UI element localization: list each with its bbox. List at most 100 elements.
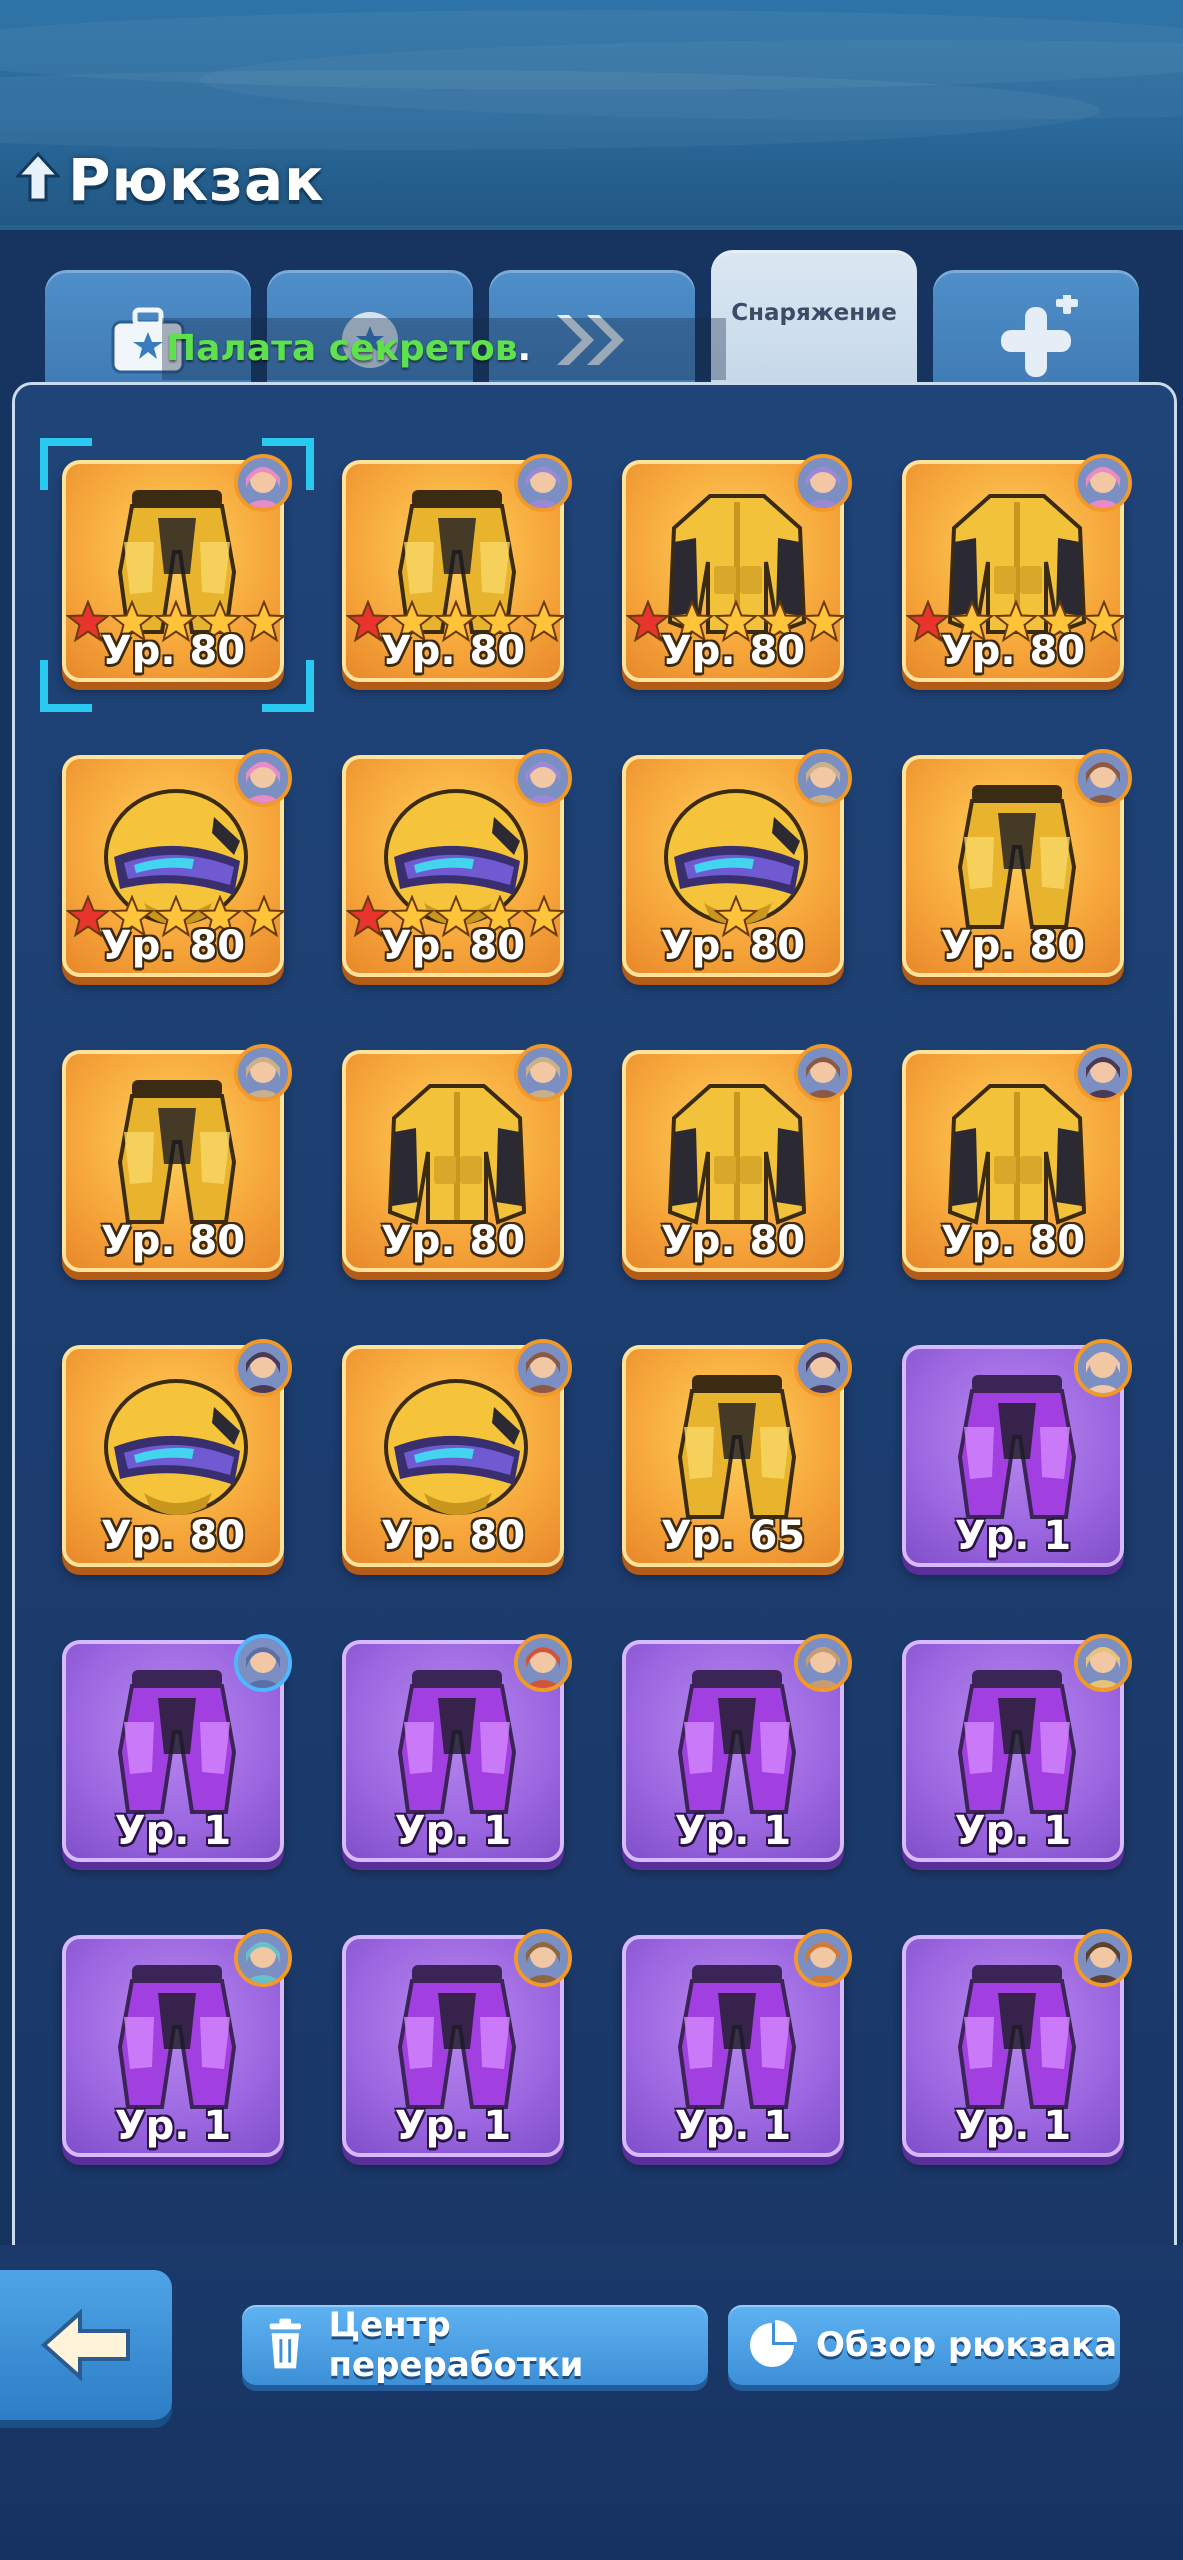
equipment-item[interactable]: Ур. 80 (342, 1339, 572, 1567)
equipment-item[interactable]: Ур. 80 (902, 1044, 1132, 1272)
tab-equipment-label: Снаряжение (731, 300, 897, 326)
equipment-item[interactable]: Ур. 80 (62, 1339, 292, 1567)
equipment-item[interactable]: Ур. 80 (902, 454, 1132, 682)
dark-man-avatar (1074, 1929, 1132, 1987)
pants-icon (934, 1662, 1100, 1822)
equipment-item[interactable]: Ур. 1 (902, 1634, 1132, 1862)
item-level: Ур. 80 (380, 628, 526, 674)
notice-text: Палата секретов (166, 328, 518, 369)
purple-hair-avatar (514, 454, 572, 512)
item-level: Ур. 1 (114, 2103, 232, 2149)
item-level: Ур. 80 (100, 628, 246, 674)
tab-upgrades[interactable] (933, 270, 1139, 400)
equipment-item[interactable]: Ур. 80 (62, 749, 292, 977)
pants-icon (94, 1957, 260, 2117)
equipment-item[interactable]: Ур. 1 (902, 1339, 1132, 1567)
pie-chart-icon (750, 2320, 797, 2367)
jacket-icon (374, 1072, 540, 1232)
item-level: Ур. 1 (674, 2103, 792, 2149)
item-level: Ур. 1 (394, 2103, 512, 2149)
backpack-overview-label: Обзор рюкзака (816, 2325, 1118, 2365)
brown-hair-avatar (514, 1929, 572, 1987)
page-title: Рюкзак (68, 146, 325, 214)
bear-avatar (514, 1339, 572, 1397)
teal-hair-avatar (234, 1929, 292, 1987)
equipment-item[interactable]: Ур. 80 (902, 749, 1132, 977)
item-level: Ур. 80 (940, 923, 1086, 969)
notice-suffix: . (517, 328, 532, 369)
equipment-item[interactable]: Ур. 1 (622, 1929, 852, 2157)
equipment-item[interactable]: Ур. 1 (342, 1634, 572, 1862)
recycle-center-label: Центр переработки (328, 2305, 584, 2385)
pants-icon (374, 1662, 540, 1822)
item-level: Ур. 1 (394, 1808, 512, 1854)
pants-icon (934, 777, 1100, 937)
dark-hair-avatar (794, 1339, 852, 1397)
equipment-item[interactable]: Ур. 1 (62, 1929, 292, 2157)
pink-hair-avatar (234, 749, 292, 807)
item-level: Ур. 80 (940, 628, 1086, 674)
equipment-item[interactable]: Ур. 80 (622, 454, 852, 682)
pants-icon (94, 1072, 260, 1232)
back-button[interactable] (0, 2270, 172, 2420)
jacket-icon (654, 1072, 820, 1232)
equipment-item[interactable]: Ур. 1 (902, 1929, 1132, 2157)
red-hair-avatar (514, 1634, 572, 1692)
equipment-item[interactable]: Ур. 80 (342, 454, 572, 682)
item-level: Ур. 80 (380, 923, 526, 969)
cap-man-avatar (234, 1044, 292, 1102)
tab-equipment[interactable]: Снаряжение (711, 250, 917, 400)
item-level: Ур. 80 (380, 1218, 526, 1264)
selection-bracket (40, 438, 92, 490)
equipment-item[interactable]: Ур. 80 (342, 1044, 572, 1272)
item-level: Ур. 80 (100, 1218, 246, 1264)
helmet-icon (374, 1367, 540, 1527)
plus-icon (1001, 295, 1078, 377)
back-arrow-icon (40, 2308, 130, 2382)
item-level: Ур. 1 (954, 2103, 1072, 2149)
equipment-item[interactable]: Ур. 80 (342, 749, 572, 977)
item-level: Ур. 80 (380, 1513, 526, 1559)
purple-hair-avatar (514, 749, 572, 807)
cap-man-avatar (514, 1044, 572, 1102)
item-level: Ур. 80 (100, 1513, 246, 1559)
dark-hair-avatar (234, 1339, 292, 1397)
item-level: Ур. 1 (674, 1808, 792, 1854)
up-arrow-icon (16, 152, 60, 202)
hooded-avatar (234, 1634, 292, 1692)
pirate-avatar (794, 1929, 852, 1987)
equipment-item[interactable]: Ур. 80 (62, 1044, 292, 1272)
equipment-item[interactable]: Ур. 80 (622, 749, 852, 977)
item-level: Ур. 1 (114, 1808, 232, 1854)
equipment-item[interactable]: Ур. 1 (342, 1929, 572, 2157)
pants-icon (654, 1662, 820, 1822)
pink-hair-avatar (1074, 454, 1132, 512)
purple-hair-avatar (794, 454, 852, 512)
item-level: Ур. 80 (660, 628, 806, 674)
item-level: Ур. 80 (940, 1218, 1086, 1264)
equipment-item[interactable]: Ур. 80 (62, 454, 292, 682)
dark-hair-avatar (1074, 1044, 1132, 1102)
equipment-item[interactable]: Ур. 1 (622, 1634, 852, 1862)
goggles-avatar (794, 1634, 852, 1692)
pants-icon (94, 1662, 260, 1822)
pants-icon (654, 1367, 820, 1527)
selection-bracket (262, 660, 314, 712)
trash-icon (269, 2318, 301, 2369)
backpack-overview-button[interactable]: Обзор рюкзака (728, 2305, 1120, 2385)
equipment-item[interactable]: Ур. 80 (622, 1044, 852, 1272)
blonde-avatar (1074, 1634, 1132, 1692)
jacket-icon (934, 1072, 1100, 1232)
equipment-item[interactable]: Ур. 65 (622, 1339, 852, 1567)
bottom-bar (0, 2245, 1183, 2560)
notice-banner: Палата секретов. (162, 318, 726, 380)
selection-bracket (40, 660, 92, 712)
pants-icon (654, 1957, 820, 2117)
equipment-item[interactable]: Ур. 1 (62, 1634, 292, 1862)
helmet-icon (94, 1367, 260, 1527)
recycle-center-button[interactable]: Центр переработки (242, 2305, 708, 2385)
selection-bracket (262, 438, 314, 490)
item-level: Ур. 1 (954, 1513, 1072, 1559)
pants-icon (374, 1957, 540, 2117)
pants-icon (934, 1957, 1100, 2117)
